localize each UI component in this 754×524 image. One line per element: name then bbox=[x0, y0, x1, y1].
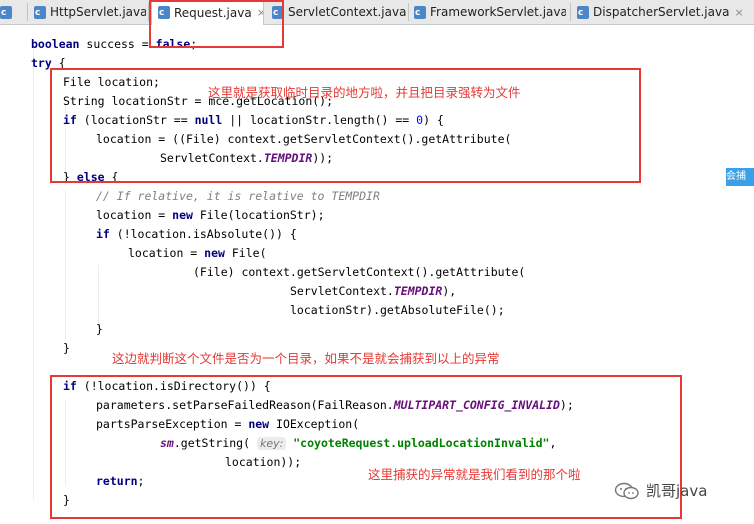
annotation-text: 这边就判断这个文件是否为一个目录，如果不是就会捕获到以上的异常 bbox=[112, 351, 500, 366]
java-class-icon: c bbox=[414, 5, 426, 19]
code-line: (File) context.getServletContext().getAt… bbox=[193, 265, 526, 279]
code-line: } bbox=[96, 322, 103, 336]
tab-divider bbox=[570, 3, 571, 21]
code-line: } bbox=[63, 341, 70, 355]
editor-tab-bar: c c HttpServlet.java × c Request.java × … bbox=[0, 0, 754, 25]
code-line: locationStr).getAbsoluteFile(); bbox=[290, 303, 505, 317]
tab-frameworkservlet[interactable]: c FrameworkServlet.java × bbox=[414, 0, 566, 24]
code-line: ServletContext.TEMPDIR), bbox=[290, 284, 457, 298]
tab-dispatcherservlet[interactable]: c DispatcherServlet.java × bbox=[577, 0, 747, 24]
tab-label: HttpServlet.java bbox=[50, 5, 146, 19]
code-line: location = new File( bbox=[128, 246, 267, 260]
watermark: 凯哥java bbox=[614, 480, 707, 501]
indent-guide bbox=[65, 190, 66, 340]
annotation-text: 这里捕获的异常就是我们看到的那个啦 bbox=[368, 467, 581, 482]
indent-guide bbox=[98, 265, 99, 327]
tab-highlight-box bbox=[149, 0, 284, 48]
tab-label: FrameworkServlet.java bbox=[430, 5, 566, 19]
code-line: // If relative, it is relative to TEMPDI… bbox=[96, 189, 380, 203]
annotation-text: 这里就是获取临时目录的地方啦，并且把目录强转为文件 bbox=[208, 85, 521, 100]
tab-label: ServletContext.java bbox=[288, 5, 406, 19]
indent-guide bbox=[33, 45, 34, 500]
wechat-icon bbox=[614, 482, 639, 499]
close-icon[interactable]: × bbox=[734, 6, 743, 19]
tab-divider bbox=[27, 3, 28, 21]
tab-servletcontext[interactable]: c ServletContext.java × bbox=[272, 0, 406, 24]
watermark-text: 凯哥java bbox=[646, 482, 708, 500]
tab-httpservlet[interactable]: c HttpServlet.java × bbox=[34, 0, 146, 24]
code-line: location = new File(locationStr); bbox=[96, 208, 325, 222]
clipped-side-label: 会捕 bbox=[726, 168, 754, 186]
tab-label: DispatcherServlet.java bbox=[593, 5, 730, 19]
tab-partial[interactable]: c bbox=[0, 0, 24, 24]
java-class-icon: c bbox=[0, 5, 12, 19]
tab-divider bbox=[408, 3, 409, 21]
code-line: if (!location.isAbsolute()) { bbox=[96, 227, 297, 241]
java-class-icon: c bbox=[577, 5, 589, 19]
java-class-icon: c bbox=[34, 5, 46, 19]
code-highlight-box-isdirectory bbox=[50, 375, 682, 519]
